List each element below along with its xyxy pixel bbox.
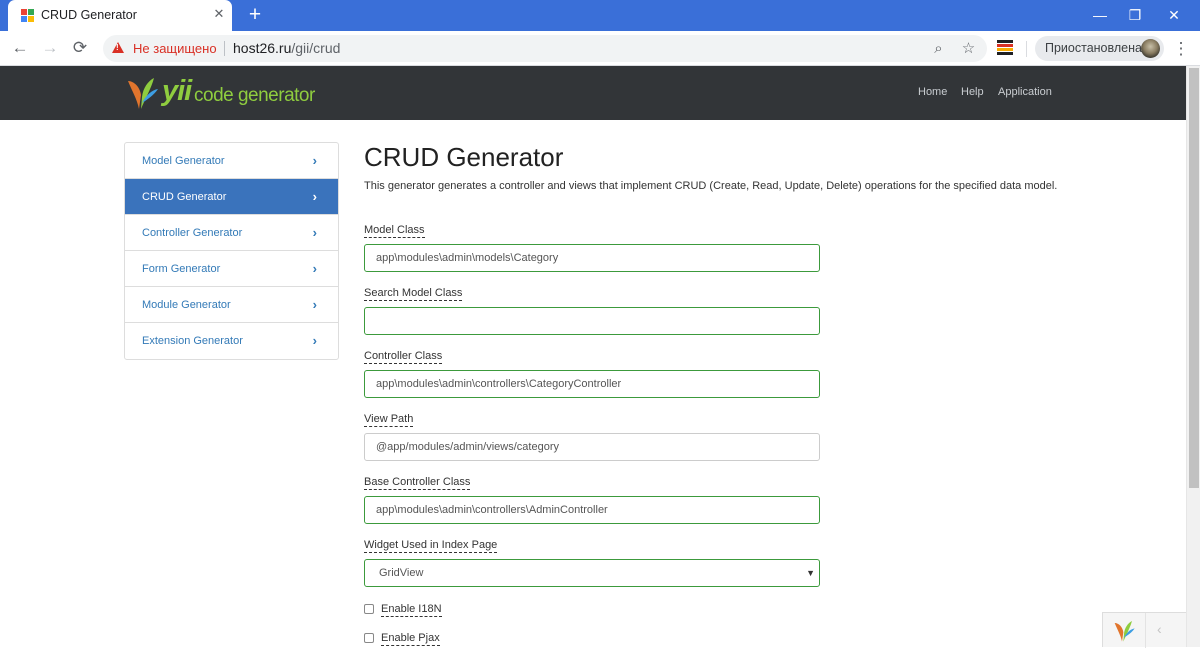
- minimize-button[interactable]: —: [1080, 0, 1120, 30]
- sidebar-item-form-generator[interactable]: Form Generator ›: [125, 251, 338, 287]
- sidebar-item-label: Model Generator: [142, 155, 225, 167]
- chevron-right-icon: ›: [312, 153, 317, 168]
- sidebar-item-label: Controller Generator: [142, 227, 243, 239]
- chevron-right-icon: ›: [312, 225, 317, 240]
- chevron-right-icon: ›: [312, 333, 317, 348]
- sidebar-item-label: Form Generator: [142, 263, 221, 275]
- sidebar-item-extension-generator[interactable]: Extension Generator ›: [125, 323, 338, 359]
- sidebar-item-label: CRUD Generator: [142, 191, 227, 203]
- gii-navbar: yii code generator Home Help Application: [0, 66, 1186, 120]
- sidebar-item-label: Module Generator: [142, 299, 231, 311]
- nav-link-home[interactable]: Home: [918, 86, 947, 98]
- back-button[interactable]: ←: [8, 36, 32, 60]
- reload-button[interactable]: ⟳: [68, 36, 92, 60]
- debug-divider: [1145, 613, 1146, 648]
- favicon-icon: [21, 9, 34, 22]
- profile-button[interactable]: Приостановлена: [1035, 36, 1164, 61]
- browser-tab[interactable]: CRUD Generator ✕: [8, 0, 232, 31]
- warning-icon: [112, 42, 124, 53]
- nav-link-application[interactable]: Application: [998, 86, 1052, 98]
- brand-subtitle: code generator: [194, 85, 315, 106]
- extension-icon[interactable]: [997, 40, 1013, 55]
- search-model-class-input[interactable]: [364, 307, 820, 335]
- toolbar-divider: [1026, 41, 1027, 57]
- generator-sidebar: Model Generator › CRUD Generator › Contr…: [124, 142, 339, 360]
- forward-button[interactable]: →: [38, 36, 62, 60]
- browser-toolbar: ← → ⟳ Не защищено host26.ru/gii/crud ⌕ ☆: [0, 31, 1200, 66]
- browser-tab-strip: CRUD Generator ✕ + — ❐ ✕: [0, 0, 1200, 31]
- chevron-left-icon[interactable]: ‹: [1157, 621, 1162, 637]
- enable-i18n-label[interactable]: Enable I18N: [381, 603, 442, 617]
- new-tab-button[interactable]: +: [243, 3, 267, 27]
- sidebar-item-label: Extension Generator: [142, 335, 243, 347]
- page-scrollbar[interactable]: [1186, 66, 1200, 647]
- chevron-right-icon: ›: [312, 261, 317, 276]
- url-path: /gii/crud: [291, 40, 341, 56]
- base-controller-class-input[interactable]: app\modules\admin\controllers\AdminContr…: [364, 496, 820, 524]
- profile-status-label: Приостановлена: [1045, 41, 1142, 55]
- chevron-right-icon: ›: [312, 297, 317, 312]
- bookmark-star-icon[interactable]: ☆: [958, 38, 979, 59]
- page-title: CRUD Generator: [364, 142, 564, 172]
- tab-title: CRUD Generator: [41, 8, 137, 22]
- url-text[interactable]: host26.ru/gii/crud: [233, 40, 340, 56]
- browser-menu-icon[interactable]: ⋮: [1172, 39, 1190, 59]
- debug-toolbar: ‹: [1102, 612, 1186, 648]
- enable-pjax-label[interactable]: Enable Pjax: [381, 632, 440, 646]
- controller-class-label: Controller Class: [364, 350, 443, 364]
- controller-class-input[interactable]: app\modules\admin\controllers\CategoryCo…: [364, 370, 820, 398]
- nav-link-help[interactable]: Help: [961, 86, 984, 98]
- tab-close-icon[interactable]: ✕: [211, 6, 227, 22]
- sidebar-item-module-generator[interactable]: Module Generator ›: [125, 287, 338, 323]
- view-path-input[interactable]: @app/modules/admin/views/category: [364, 433, 820, 461]
- model-class-label: Model Class: [364, 224, 425, 238]
- close-window-button[interactable]: ✕: [1154, 0, 1194, 30]
- chevron-down-icon: ▼: [806, 568, 815, 578]
- model-class-input[interactable]: app\modules\admin\models\Category: [364, 244, 820, 272]
- widget-select[interactable]: GridView ▼: [364, 559, 820, 587]
- security-status[interactable]: Не защищено: [133, 41, 217, 56]
- view-path-label: View Path: [364, 413, 414, 427]
- base-controller-class-label: Base Controller Class: [364, 476, 471, 490]
- restore-button[interactable]: ❐: [1115, 0, 1155, 30]
- address-bar[interactable]: Не защищено host26.ru/gii/crud ⌕ ☆: [103, 35, 987, 62]
- page-description: This generator generates a controller an…: [364, 180, 1058, 192]
- widget-selected-value: GridView: [379, 567, 424, 579]
- sidebar-item-model-generator[interactable]: Model Generator ›: [125, 143, 338, 179]
- widget-label: Widget Used in Index Page: [364, 539, 498, 553]
- search-model-class-label: Search Model Class: [364, 287, 463, 301]
- enable-i18n-checkbox[interactable]: [364, 604, 374, 614]
- url-host: host26.ru: [233, 40, 292, 56]
- scrollbar-thumb[interactable]: [1189, 68, 1199, 488]
- avatar: [1141, 39, 1160, 58]
- omnibox-divider: [224, 41, 225, 56]
- yii-logo-icon: [128, 78, 158, 109]
- sidebar-item-crud-generator[interactable]: CRUD Generator ›: [125, 179, 338, 215]
- chevron-right-icon: ›: [312, 189, 317, 204]
- sidebar-item-controller-generator[interactable]: Controller Generator ›: [125, 215, 338, 251]
- zoom-icon[interactable]: ⌕: [928, 38, 949, 59]
- enable-pjax-checkbox[interactable]: [364, 633, 374, 643]
- brand-yii-text: yii: [162, 75, 192, 107]
- yii-debug-logo-icon[interactable]: [1112, 619, 1136, 643]
